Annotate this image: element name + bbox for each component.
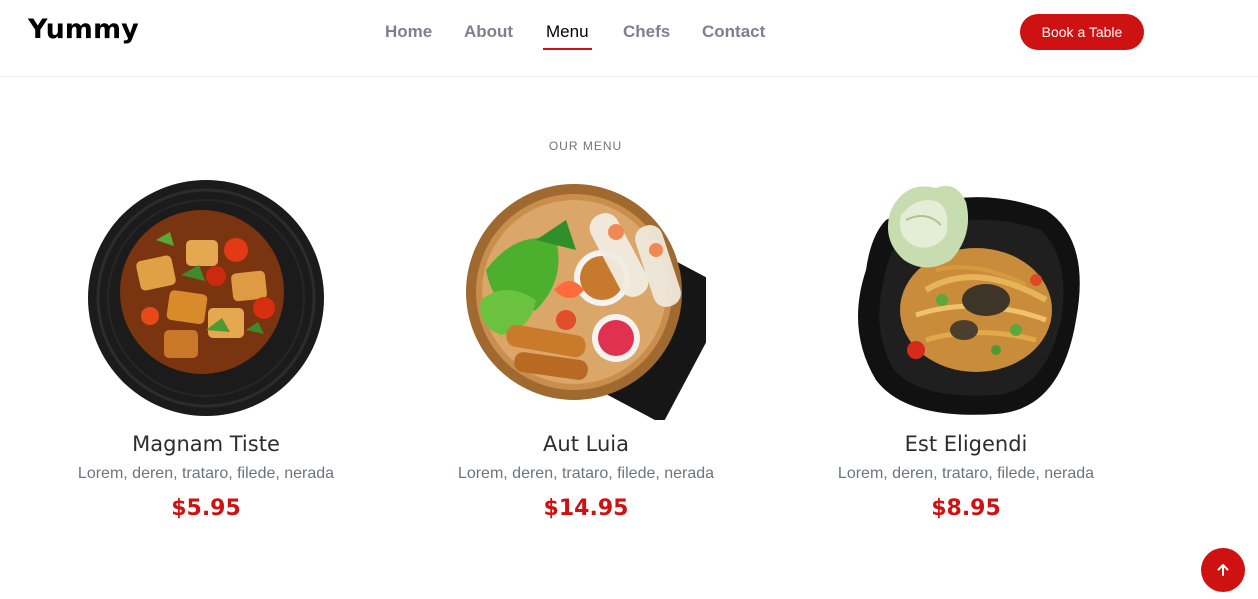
nav-item-about[interactable]: About (464, 22, 513, 50)
menu-item: Est Eligendi Lorem, deren, trataro, file… (776, 180, 1156, 521)
dish-plate-image (858, 185, 1080, 415)
menu-item-image[interactable] (466, 180, 706, 420)
nav-item-home[interactable]: Home (385, 22, 432, 50)
menu-item-description: Lorem, deren, trataro, filede, nerada (837, 465, 1095, 482)
menu-item-description: Lorem, deren, trataro, filede, nerada (457, 465, 715, 482)
menu-item: Magnam Tiste Lorem, deren, trataro, file… (16, 180, 396, 521)
book-a-table-button[interactable]: Book a Table (1020, 14, 1144, 50)
menu-item-description: Lorem, deren, trataro, filede, nerada (77, 465, 335, 482)
nav-item-menu[interactable]: Menu (543, 22, 592, 50)
menu-item-image[interactable] (846, 180, 1086, 420)
arrow-up-icon (1217, 564, 1229, 576)
menu-item-name: Magnam Tiste (132, 432, 280, 456)
menu-item: Aut Luia Lorem, deren, trataro, filede, … (396, 180, 776, 521)
dish-basket-image (466, 184, 706, 420)
menu-item-image[interactable] (86, 180, 326, 420)
dish-bowl-image (88, 180, 324, 416)
menu-item-price: $8.95 (931, 496, 1001, 521)
section-label: OUR MENU (548, 139, 623, 153)
menu-item-price: $14.95 (543, 496, 629, 521)
site-header: Yummy Home About Menu Chefs Contact Book… (0, 0, 1258, 77)
menu-item-price: $5.95 (171, 496, 241, 521)
menu-item-name: Est Eligendi (904, 432, 1028, 456)
nav-item-chefs[interactable]: Chefs (623, 22, 670, 50)
nav-item-contact[interactable]: Contact (702, 22, 765, 50)
scroll-to-top-button[interactable] (1201, 548, 1245, 592)
menu-item-name: Aut Luia (543, 432, 629, 456)
